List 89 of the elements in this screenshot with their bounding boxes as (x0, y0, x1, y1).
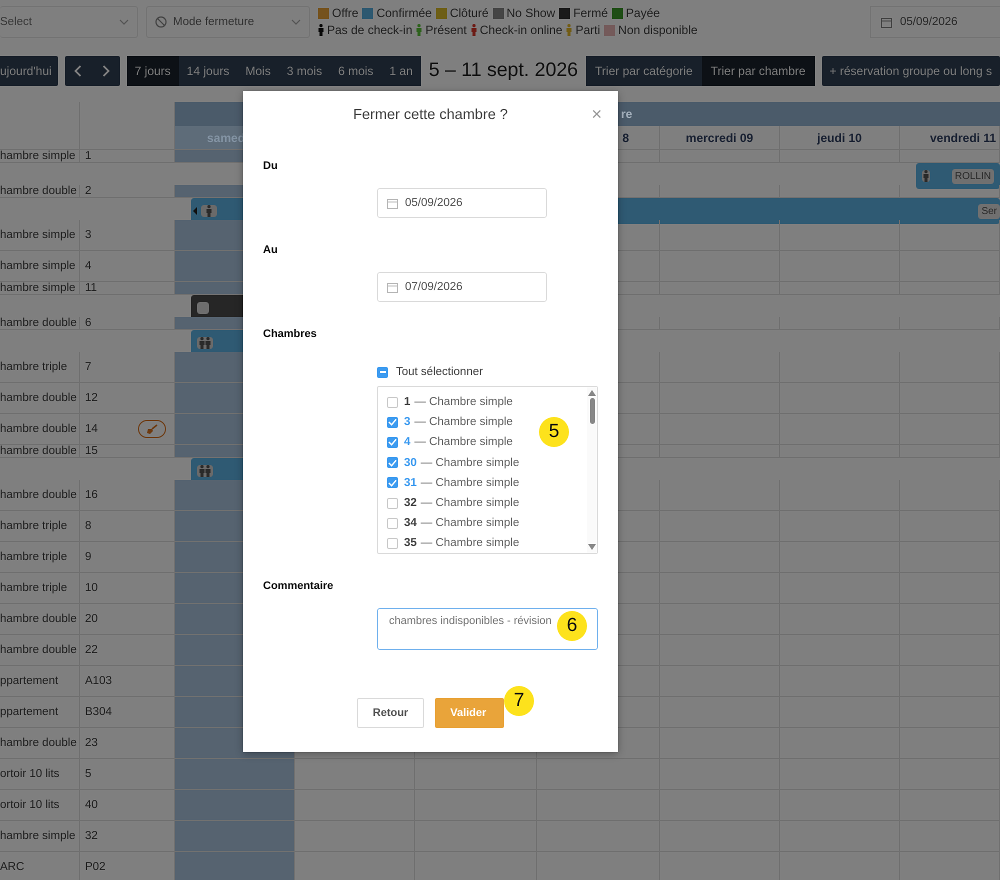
day-header: mercredi 09 (660, 126, 780, 150)
room-type-cell: hambre triple (0, 573, 80, 604)
room-option-number: 3 (404, 416, 410, 428)
legend-label: Pas de check-in (327, 23, 412, 37)
room-option-number: 1 (404, 396, 410, 408)
legend-label: Présent (425, 23, 467, 37)
day-header: vendredi 11 (900, 126, 1000, 150)
room-option-label: — Chambre simple (420, 456, 520, 469)
field-label: Chambres (263, 328, 317, 340)
room-number: 3 (85, 229, 92, 241)
room-type-cell: hambre simple (0, 821, 80, 852)
room-number: 9 (85, 551, 92, 563)
room-option-label: — Chambre simple (414, 396, 513, 408)
room-option-number: 35 (404, 537, 417, 550)
day-header: jeudi 10 (780, 126, 900, 150)
room-option-label: — Chambre simple (420, 517, 520, 530)
room-type-cell: hambre simple (0, 150, 80, 163)
field-label: Au (263, 244, 278, 256)
room-type-cell: ortoir 10 lits (0, 759, 80, 790)
callout-marker: 7 (504, 686, 534, 716)
room-option-label: — Chambre simple (420, 537, 520, 550)
room-option-label: — Chambre simple (414, 416, 513, 428)
room-type-cell: hambre double (0, 604, 80, 635)
room-type-cell: hambre triple (0, 511, 80, 542)
room-type-cell: hambre simple (0, 220, 80, 251)
room-number: 5 (85, 768, 92, 780)
room-type-cell: hambre double (0, 445, 80, 458)
room-type-cell: ppartement (0, 666, 80, 697)
legend-label: Fermé (573, 6, 608, 20)
room-number: 23 (85, 737, 98, 749)
legend-label: Payée (626, 6, 660, 20)
field-label: Commentaire (263, 580, 334, 592)
room-option-label: — Chambre simple (420, 476, 520, 489)
room-type-cell: hambre double (0, 728, 80, 759)
room-number: 2 (85, 185, 92, 197)
room-type-cell: hambre triple (0, 542, 80, 573)
legend-label: Check-in online (480, 23, 562, 37)
room-number: 22 (85, 644, 98, 656)
room-number: 12 (85, 392, 98, 404)
date-range-title: 5 – 11 sept. 2026 (428, 59, 578, 82)
room-type-cell: hambre double (0, 317, 80, 330)
room-option-number: 32 (404, 497, 417, 510)
room-number: 6 (85, 317, 92, 329)
room-number: 15 (85, 445, 98, 457)
room-option-number: 34 (404, 517, 417, 530)
room-option-label: — Chambre simple (420, 497, 520, 510)
room-number: 7 (85, 361, 92, 373)
room-type-cell: ARC (0, 852, 80, 880)
legend-label: Non disponible (618, 23, 698, 37)
room-number: 32 (85, 830, 98, 842)
legend-label: Parti (575, 23, 600, 37)
room-number: B304 (85, 706, 112, 718)
room-type-cell: hambre double (0, 480, 80, 511)
legend-label: Clôturé (450, 6, 489, 20)
room-number: 1 (85, 150, 92, 162)
callout-marker: 5 (539, 417, 569, 447)
guest-name-chip: Ser (978, 204, 1000, 218)
room-number: 20 (85, 613, 98, 625)
room-type-cell: hambre double (0, 635, 80, 666)
room-type-cell: hambre double (0, 185, 80, 198)
room-number: P02 (85, 861, 106, 873)
month-label: re (621, 107, 632, 121)
checkbox-label: Tout sélectionner (396, 366, 483, 378)
room-number: 8 (85, 520, 92, 532)
room-option-number: 4 (404, 436, 410, 448)
legend-label: No Show (506, 6, 556, 20)
room-type-cell: ortoir 10 lits (0, 790, 80, 821)
room-type-cell: hambre double (0, 383, 80, 414)
field-label: Du (263, 160, 278, 172)
room-number: 11 (85, 282, 97, 294)
room-type-cell: hambre simple (0, 282, 80, 295)
legend-label: Confirmée (376, 6, 432, 20)
room-number: 10 (85, 582, 98, 594)
room-number: 16 (85, 489, 98, 501)
callout-marker: 6 (557, 611, 587, 641)
guest-name-chip: ROLLIN (952, 168, 994, 184)
room-number: 14 (85, 423, 98, 435)
room-type-cell: hambre simple (0, 251, 80, 282)
room-number: 4 (85, 260, 92, 272)
dialog-title: Fermer cette chambre ? (353, 107, 508, 123)
legend-label: Offre (332, 6, 358, 20)
room-number: 40 (85, 799, 98, 811)
room-number: A103 (85, 675, 112, 687)
room-type-cell: ppartement (0, 697, 80, 728)
room-option-label: — Chambre simple (414, 436, 513, 448)
room-option-number: 31 (404, 476, 417, 489)
room-type-cell: hambre triple (0, 352, 80, 383)
room-option-number: 30 (404, 456, 417, 469)
room-type-cell: hambre double (0, 414, 80, 445)
